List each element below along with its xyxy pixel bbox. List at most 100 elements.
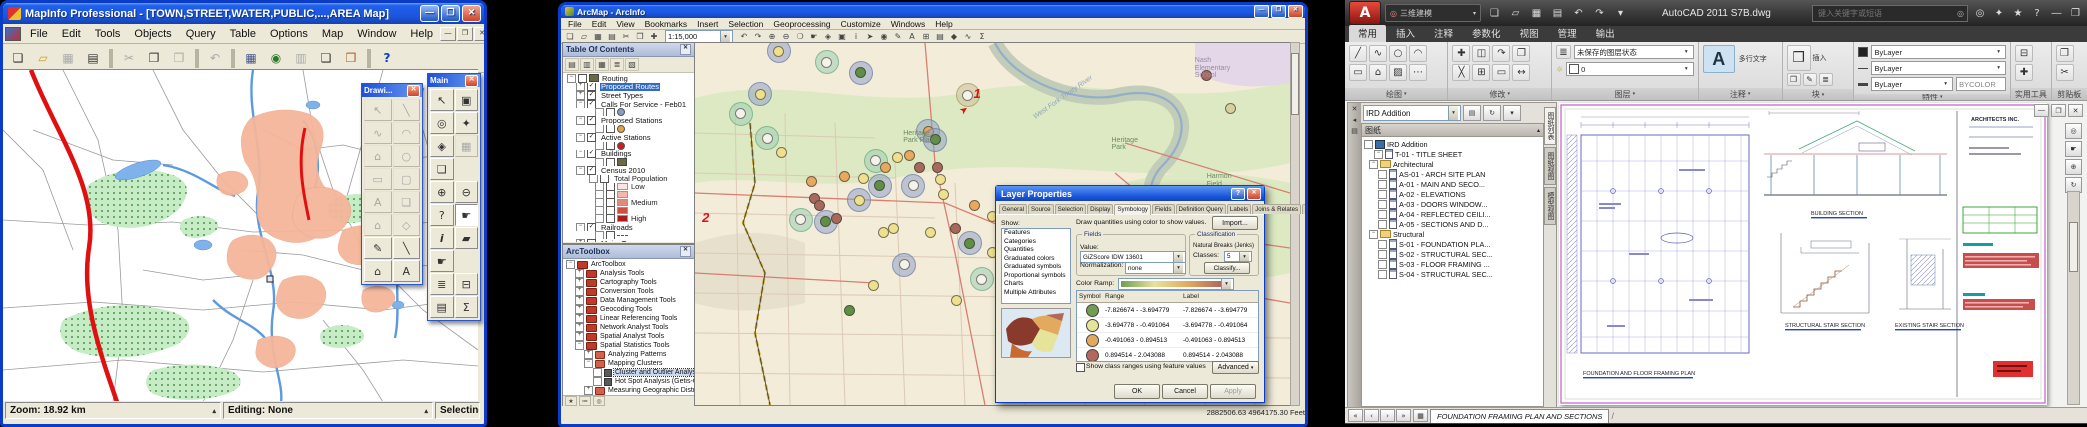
visibility-checkbox[interactable]: ✓ (587, 166, 596, 175)
dialog-tab[interactable]: Display (1087, 204, 1113, 214)
toolbox-row[interactable]: + Geocoding Tools (563, 305, 694, 314)
toolbar-button[interactable]: ❒ (339, 47, 363, 70)
layer-dropdown[interactable]: 0▾ (1566, 62, 1694, 76)
toolbox-row[interactable]: Hot Spot Analysis (Getis-Ord Gi*) (563, 377, 694, 386)
expander-icon[interactable]: − (1369, 160, 1378, 169)
expander-icon[interactable]: + (575, 269, 584, 278)
toolbox-header[interactable]: ArcToolbox ✕ (563, 245, 694, 259)
minimize-button[interactable]: — (2049, 4, 2064, 22)
toc-layer-row[interactable] (563, 125, 694, 133)
show-list-item[interactable]: Graduated colors (1002, 255, 1070, 264)
favorites-tab-icon[interactable]: ★ (565, 396, 577, 406)
main-tool-button[interactable]: ⊕ (430, 181, 454, 203)
help-button[interactable]: ? (1231, 188, 1245, 200)
menu-item[interactable]: Window (350, 26, 403, 42)
draw-tool-icon[interactable]: ∿ (1369, 45, 1387, 62)
toolbar-button[interactable]: ✚ (647, 31, 661, 43)
class-row[interactable]: -7.826674 - -3.694779 -7.826674 - -3.694… (1077, 303, 1258, 318)
show-list-item[interactable]: Categories (1002, 238, 1070, 247)
close-button[interactable]: ✕ (1288, 5, 1303, 18)
visibility-checkbox[interactable] (606, 125, 615, 133)
toolbar-button[interactable]: ◉ (877, 31, 891, 43)
toolbar-button[interactable]: ▥ (289, 47, 313, 70)
ssm-tool-icon[interactable]: ▾ (1503, 105, 1521, 121)
sheet-row[interactable]: S-02 - STRUCTURAL SEC... (1362, 249, 1543, 259)
toolbox-row[interactable]: + Linear Referencing Tools (563, 314, 694, 323)
expander-icon[interactable]: + (576, 83, 585, 92)
menu-item[interactable]: Objects (127, 26, 178, 42)
toc-layer-row[interactable]: − ✓ Railroads (563, 223, 694, 232)
toc-tool-button[interactable]: ≣ (610, 58, 624, 71)
quick-access-button[interactable]: ▾ (1611, 4, 1630, 22)
quick-access-button[interactable]: ▦ (1527, 4, 1546, 22)
main-tool-button[interactable]: ⊖ (455, 181, 479, 203)
class-row[interactable]: -3.694778 - -0.491064 -3.694778 - -0.491… (1077, 318, 1258, 333)
show-list-item[interactable]: Charts (1002, 280, 1070, 289)
modify-tool-icon[interactable]: ↷ (1492, 45, 1510, 62)
mdi-minimize-icon[interactable]: — (2034, 104, 2049, 117)
workspace-switcher[interactable]: ◎三维建模▾ (1385, 4, 1481, 22)
drawing-tool-button[interactable]: A (364, 191, 392, 213)
expander-icon[interactable]: − (1369, 230, 1378, 239)
main-toolbar-titlebar[interactable]: Main ✕ (428, 74, 480, 87)
palette-titlebar[interactable]: ✕◂▤ (1348, 103, 1361, 407)
toolbar-button[interactable]: ✂ (117, 47, 141, 70)
show-list-item[interactable]: Quantities (1002, 246, 1070, 255)
search-icon[interactable]: ◎ (1957, 9, 1964, 18)
menu-item[interactable]: File (563, 18, 587, 30)
expander-icon[interactable]: − (584, 359, 593, 368)
drawing-tool-button[interactable]: ◇ (393, 214, 421, 236)
toolbox-row[interactable]: + Analyzing Patterns (563, 350, 694, 359)
close-button[interactable]: ✕ (462, 5, 481, 22)
layout-nav-button[interactable]: » (1396, 409, 1411, 422)
expander-icon[interactable] (1378, 270, 1387, 279)
palette-tab[interactable]: 图纸列表 (1544, 107, 1556, 145)
toolbar-button[interactable]: ⊕ (765, 31, 779, 43)
dialog-tab[interactable]: General (999, 204, 1027, 214)
menu-item[interactable]: Selection (723, 18, 768, 30)
lineweight-dropdown[interactable]: ByLayer▾ (1871, 77, 1953, 91)
panel-label-block[interactable]: 块▾ (1783, 89, 1854, 100)
toolbar-button[interactable] (109, 49, 113, 68)
drawing-area[interactable]: FOUNDATION AND FLOOR FRAMING PLAN BUILDI… (1345, 101, 2087, 407)
modify-tool-icon[interactable]: ✚ (1452, 45, 1470, 62)
expander-icon[interactable] (1378, 190, 1387, 199)
infocenter-icon[interactable]: ◎ (1972, 4, 1988, 22)
expander-icon[interactable] (1378, 240, 1387, 249)
palette-bar-icon[interactable]: ◂ (1353, 116, 1357, 124)
toc-layer-row[interactable]: Total Population (563, 175, 694, 183)
sheet-row[interactable]: − Architectural (1362, 159, 1543, 169)
block-tool-icon[interactable]: ≣ (1819, 73, 1833, 86)
toolbox-row[interactable]: + Network Analyst Tools (563, 323, 694, 332)
expander-icon[interactable] (595, 125, 604, 133)
close-icon[interactable]: ✕ (465, 75, 478, 87)
sheet-row[interactable]: A-04 - REFLECTED CEILI... (1362, 209, 1543, 219)
expander-icon[interactable]: + (575, 332, 584, 341)
expander-icon[interactable]: − (576, 116, 585, 125)
toc-layer-row[interactable]: + Major Towns (563, 239, 694, 242)
toc-layer-row[interactable]: − Routing (563, 74, 694, 83)
visibility-checkbox[interactable] (606, 158, 615, 166)
menu-item[interactable]: Insert (692, 18, 723, 30)
toolbar-button[interactable]: ▤ (933, 31, 947, 43)
clipboard-tool-icon[interactable]: ✂ (2056, 64, 2074, 81)
toolbar-button[interactable]: ▦ (591, 31, 605, 43)
menu-item[interactable]: Edit (587, 18, 612, 30)
main-tool-button[interactable]: ◎ (430, 112, 454, 134)
sheet-row[interactable]: − T-01 - TITLE SHEET (1362, 149, 1543, 159)
minimize-button[interactable]: — (420, 5, 439, 22)
menu-item[interactable]: Help (930, 18, 957, 30)
expander-icon[interactable] (595, 191, 604, 199)
toc-layer-row[interactable]: − ✓ Active Stations (563, 133, 694, 142)
toolbar-button[interactable]: ∿ (961, 31, 975, 43)
main-tool-button[interactable]: ☛ (455, 204, 479, 226)
mdi-window-button[interactable]: ✕ (474, 27, 487, 41)
toolbar-button[interactable]: ↶ (737, 31, 751, 43)
toolbar-button[interactable]: ➤ (863, 31, 877, 43)
sheet-row[interactable]: A-02 - ELEVATIONS (1362, 189, 1543, 199)
toolbar-button[interactable]: ❐ (142, 47, 166, 70)
expander-icon[interactable]: + (576, 91, 585, 100)
toc-tool-button[interactable]: ▧ (625, 58, 639, 71)
main-tool-button[interactable]: i (430, 227, 454, 249)
toolbar-button[interactable]: ❒ (167, 47, 191, 70)
